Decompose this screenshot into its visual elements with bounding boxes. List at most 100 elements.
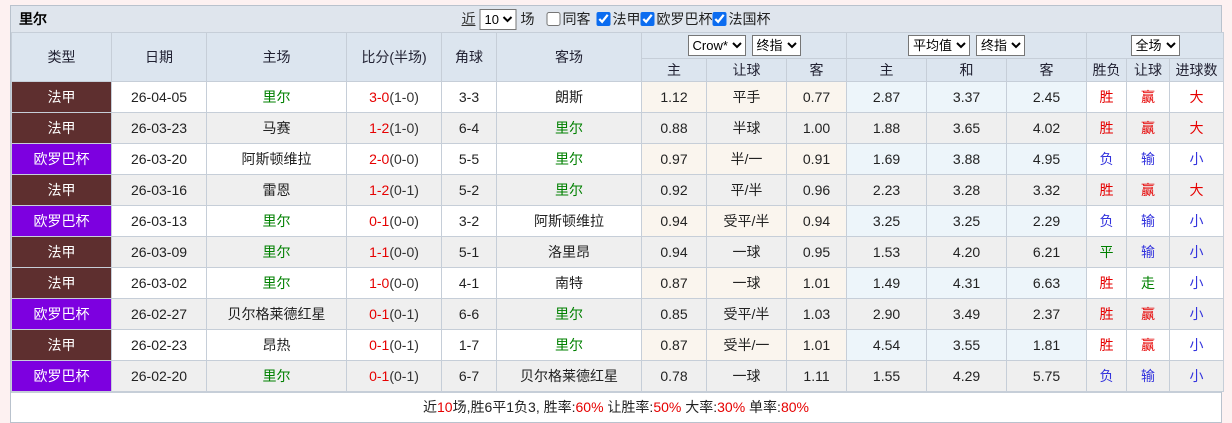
avg-away-odds: 3.32: [1006, 174, 1088, 206]
handicap-stage-select[interactable]: 终指: [751, 35, 801, 56]
handicap-line: 平手: [706, 81, 787, 113]
handicap-provider-select[interactable]: Crow*: [687, 35, 746, 56]
table-row: 法甲 26-02-23 昂热 0-1(0-1) 1-7 里尔 0.87 受半/一 1.01 4.5…: [11, 329, 1225, 361]
avg-draw-odds: 4.29: [926, 360, 1008, 392]
corners: 1-7: [441, 329, 497, 361]
avg-away-odds: 6.21: [1006, 236, 1088, 268]
toolbar: 里尔 近 10 场 同客 法甲 欧罗巴杯 法国杯: [11, 6, 1221, 32]
result-outcome: 胜: [1086, 174, 1128, 206]
fulltime-score: 2-0: [369, 151, 390, 167]
subcol-avg-away: 客: [1006, 58, 1088, 82]
away-team: 洛里昂: [496, 236, 642, 268]
summary-segment: 30%: [717, 399, 746, 415]
result-goals: 小: [1169, 236, 1225, 268]
home-team: 雷恩: [206, 174, 347, 206]
filter-checkbox[interactable]: [546, 12, 561, 26]
odds-history-panel: 里尔 近 10 场 同客 法甲 欧罗巴杯 法国杯 类型 日期 主场 比分(半场) 角球: [10, 5, 1225, 423]
halftime-score: (1-0): [389, 89, 419, 105]
scope-select[interactable]: 全场: [1130, 35, 1180, 56]
avg-draw-odds: 3.37: [926, 81, 1008, 113]
table-row: 欧罗巴杯 26-03-20 阿斯顿维拉 2-0(0-0) 5-5 里尔 0.97 半/一 0.9…: [11, 143, 1225, 175]
avg-away-odds: 4.02: [1006, 112, 1088, 144]
corners: 3-2: [441, 205, 497, 237]
league-filter[interactable]: 法甲: [596, 9, 641, 29]
league-filter[interactable]: 欧罗巴杯: [640, 9, 713, 29]
score: 0-1(0-1): [346, 298, 442, 330]
handicap-home-odds: 0.94: [641, 236, 707, 268]
handicap-away-odds: 1.11: [785, 360, 848, 392]
filter-checkbox[interactable]: [596, 12, 611, 26]
home-team: 昂热: [206, 329, 347, 361]
match-date: 26-03-13: [111, 205, 207, 237]
league-badge: 法甲: [11, 112, 112, 144]
result-goals: 小: [1169, 267, 1225, 299]
avg-away-odds: 5.75: [1006, 360, 1088, 392]
handicap-home-odds: 0.92: [641, 174, 707, 206]
league-badge: 欧罗巴杯: [11, 143, 112, 175]
league-badge: 欧罗巴杯: [11, 360, 112, 392]
subcol-result-outcome: 胜负: [1086, 58, 1128, 82]
match-date: 26-02-20: [111, 360, 207, 392]
col-header-type: 类型: [11, 32, 112, 82]
col-header-away: 客场: [496, 32, 642, 82]
result-outcome: 胜: [1086, 329, 1128, 361]
result-goals: 小: [1169, 298, 1225, 330]
handicap-away-odds: 0.95: [785, 236, 848, 268]
summary-segment: 让胜率:: [603, 399, 654, 415]
fulltime-score: 0-1: [369, 337, 390, 353]
matches-table: 类型 日期 主场 比分(半场) 角球 客场 Crow* 终指 平均值 终指 全场…: [11, 32, 1225, 392]
result-goals: 小: [1169, 205, 1225, 237]
avg-odds-stage-select[interactable]: 终指: [976, 35, 1026, 56]
match-date: 26-03-16: [111, 174, 207, 206]
filter-checkbox[interactable]: [640, 12, 655, 26]
avg-home-odds: 4.54: [846, 329, 928, 361]
avg-draw-odds: 3.49: [926, 298, 1008, 330]
recent-count-select[interactable]: 10: [479, 8, 517, 30]
handicap-home-odds: 0.87: [641, 329, 707, 361]
home-team: 里尔: [206, 205, 347, 237]
score: 0-1(0-1): [346, 329, 442, 361]
handicap-home-odds: 0.88: [641, 112, 707, 144]
result-outcome: 胜: [1086, 81, 1128, 113]
handicap-away-odds: 0.91: [785, 143, 848, 175]
avg-draw-odds: 3.65: [926, 112, 1008, 144]
recent-link[interactable]: 近: [462, 9, 476, 29]
handicap-home-odds: 0.85: [641, 298, 707, 330]
league-badge: 法甲: [11, 267, 112, 299]
avg-home-odds: 2.90: [846, 298, 928, 330]
filter-label: 法国杯: [728, 11, 771, 27]
filter-label: 同客: [562, 11, 591, 27]
fulltime-score: 1-0: [369, 275, 390, 291]
filter-checkbox[interactable]: [712, 12, 727, 26]
home-team: 贝尔格莱德红星: [206, 298, 347, 330]
fulltime-score: 0-1: [369, 213, 390, 229]
corners: 4-1: [441, 267, 497, 299]
subcol-handicap-line: 让球: [706, 58, 787, 82]
match-rows: 法甲 26-04-05 里尔 3-0(1-0) 3-3 朗斯 1.12 平手 0.77 2.87 3…: [11, 81, 1225, 392]
home-team: 阿斯顿维拉: [206, 143, 347, 175]
halftime-score: (0-1): [389, 368, 419, 384]
fulltime-score: 0-1: [369, 368, 390, 384]
avg-away-odds: 2.37: [1006, 298, 1088, 330]
corners: 3-3: [441, 81, 497, 113]
league-filter[interactable]: 法国杯: [712, 9, 771, 29]
filter-checkboxes: 同客 法甲 欧罗巴杯 法国杯: [539, 9, 771, 29]
avg-away-odds: 2.45: [1006, 81, 1088, 113]
fulltime-score: 0-1: [369, 306, 390, 322]
corners: 5-5: [441, 143, 497, 175]
fulltime-score: 1-1: [369, 244, 390, 260]
subcol-handicap-away: 客: [785, 58, 848, 82]
handicap-away-odds: 0.96: [785, 174, 848, 206]
result-outcome: 平: [1086, 236, 1128, 268]
summary-segment: 60%: [575, 399, 604, 415]
handicap-away-odds: 1.03: [785, 298, 848, 330]
col-header-home: 主场: [206, 32, 347, 82]
home-team: 马赛: [206, 112, 347, 144]
handicap-home-odds: 0.87: [641, 267, 707, 299]
handicap-home-odds: 1.12: [641, 81, 707, 113]
avg-odds-provider-select[interactable]: 平均值: [908, 35, 971, 56]
league-filter[interactable]: 同客: [546, 9, 591, 29]
summary-segment: 近: [423, 399, 438, 415]
result-handicap: 赢: [1126, 112, 1171, 144]
halftime-score: (0-0): [389, 213, 419, 229]
